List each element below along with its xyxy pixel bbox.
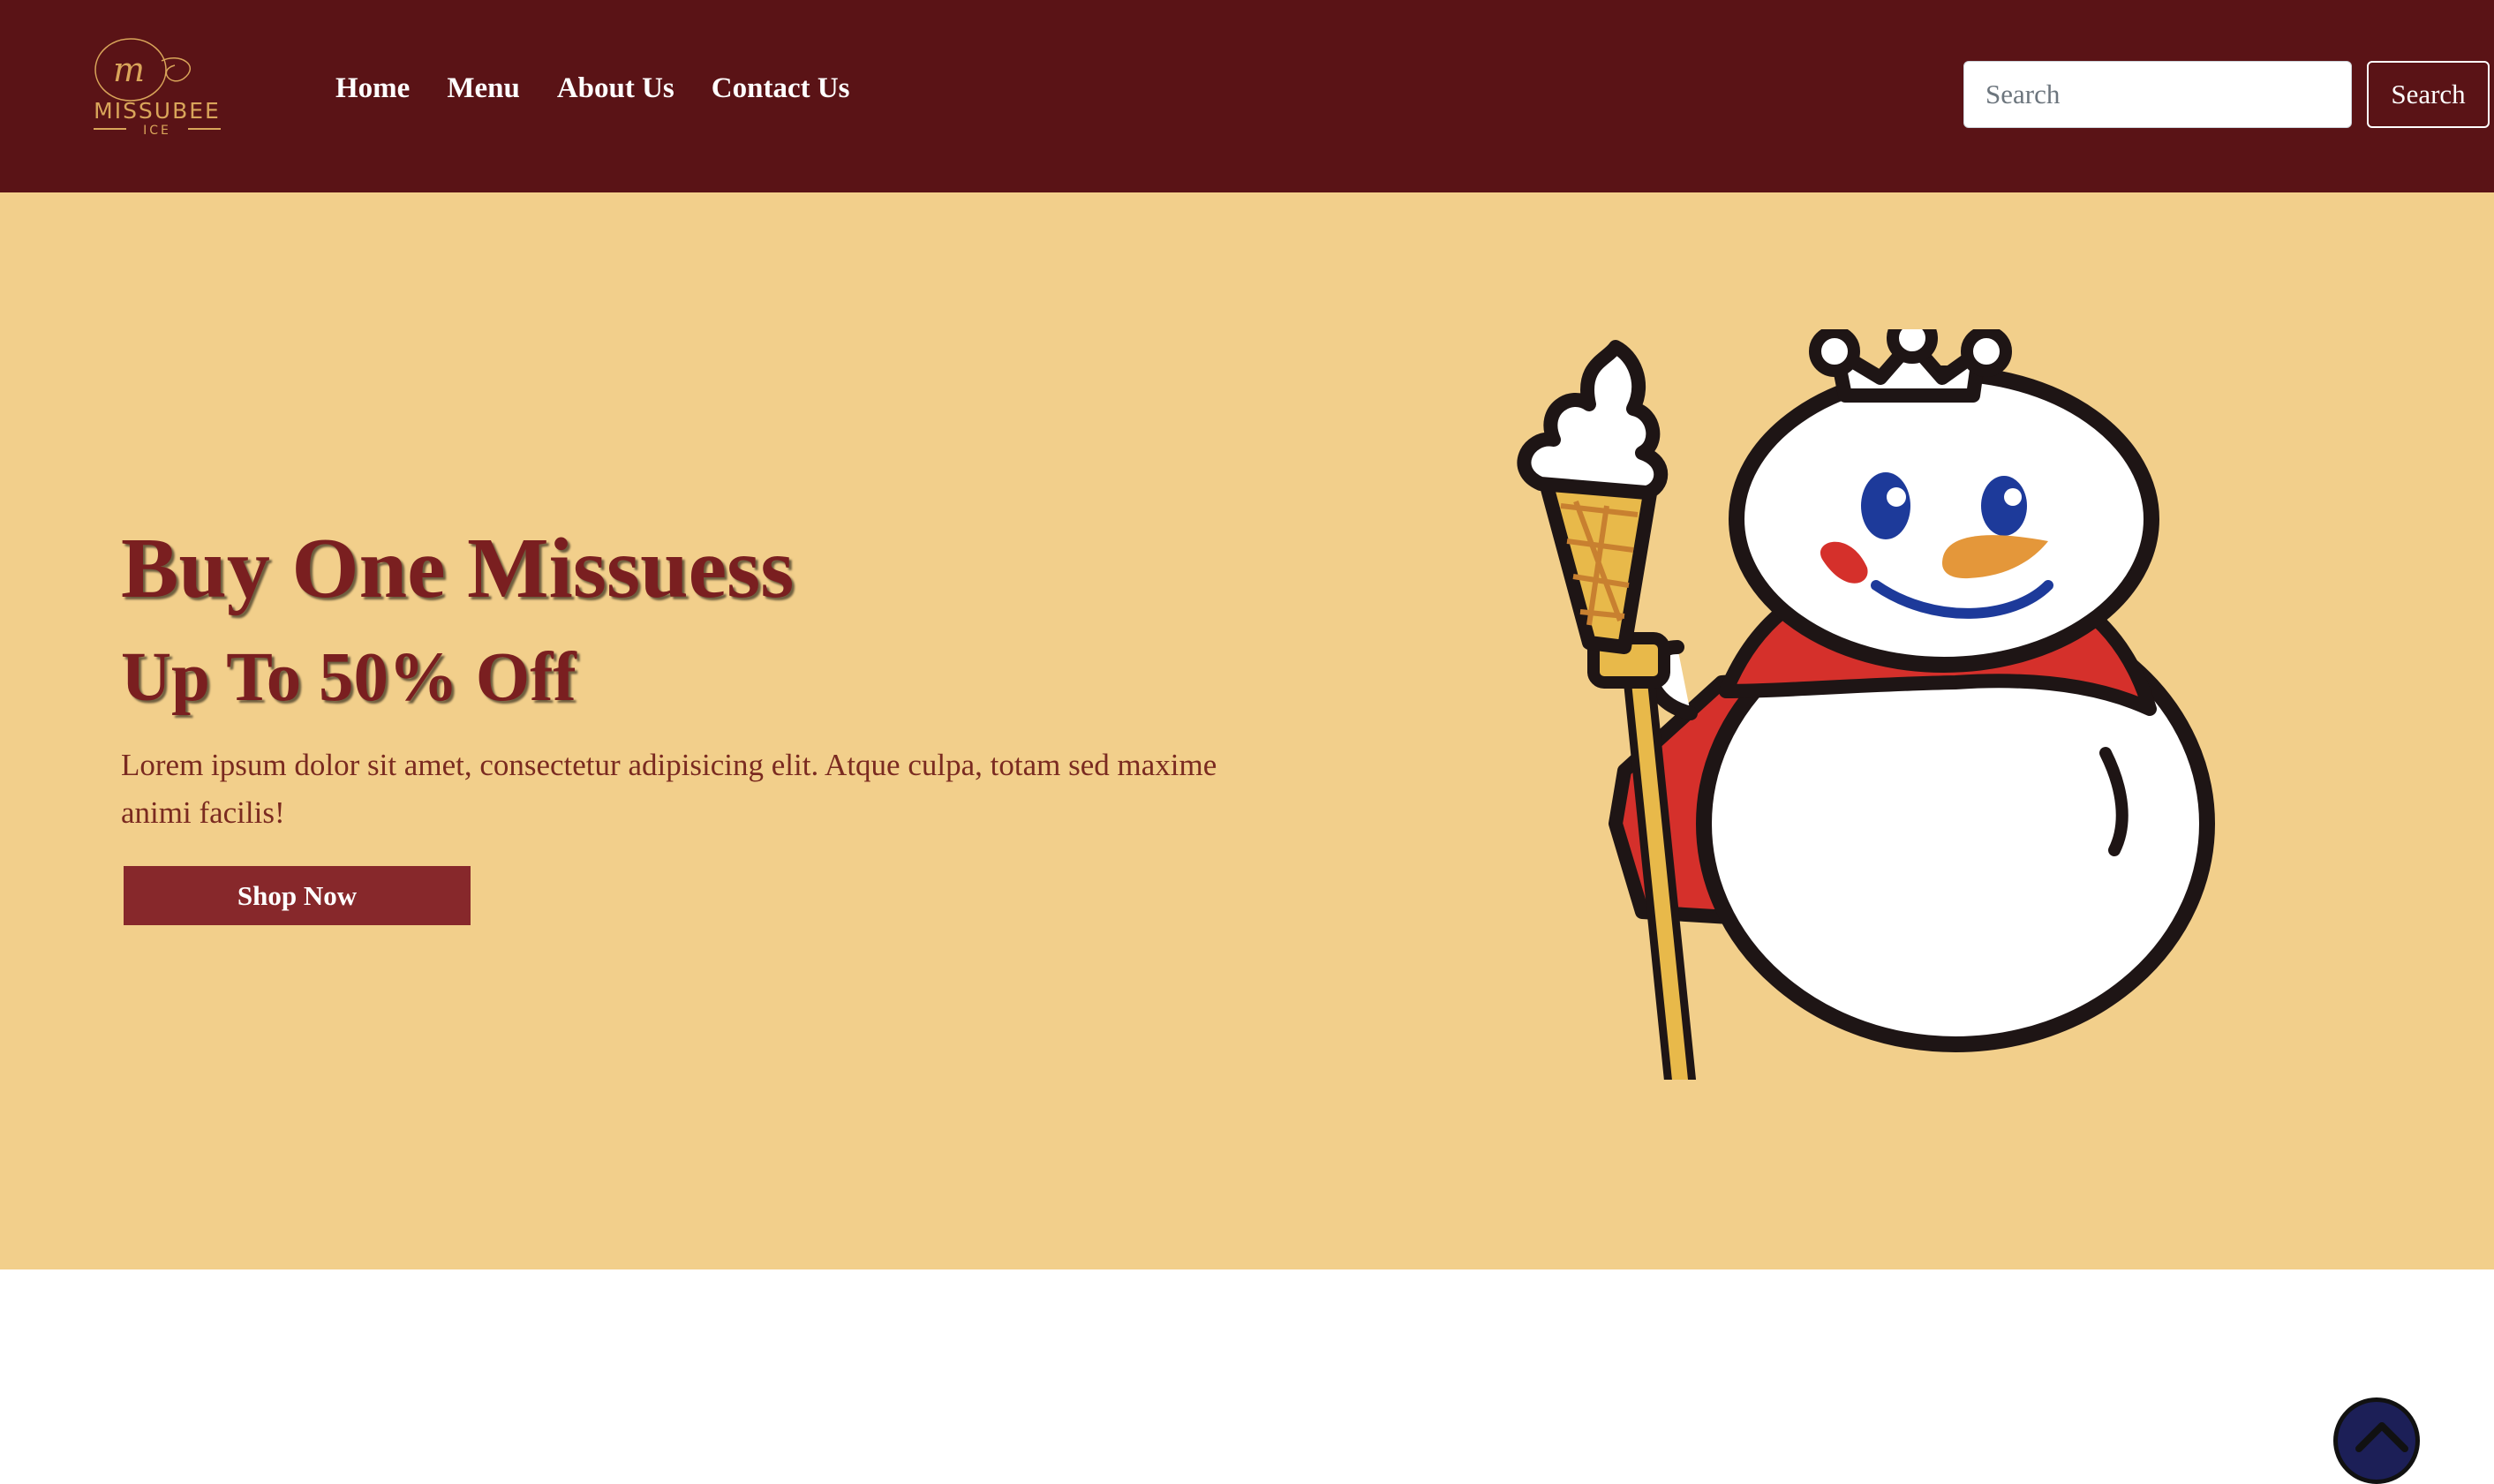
nav-link-contact-us[interactable]: Contact Us [712,72,850,105]
shop-now-button[interactable]: Shop Now [124,866,471,925]
brand-logo[interactable]: m MISSUBEE ICE [78,30,237,145]
hero-description: Lorem ipsum dolor sit amet, consectetur … [121,748,1217,830]
nav-link-home[interactable]: Home [335,72,410,105]
hero-title: Buy One Missuess [121,521,795,616]
logo-mark: m [113,50,145,89]
main-nav: Home Menu About Us Contact Us [335,72,850,105]
page-bottom-edge [0,1269,2494,1276]
search-button[interactable]: Search [2367,61,2490,128]
navbar: m MISSUBEE ICE Home Menu About Us Contac… [0,0,2494,192]
nav-link-menu[interactable]: Menu [447,72,520,105]
logo-text: MISSUBEE [94,98,221,124]
scroll-to-top-button[interactable] [2333,1397,2420,1484]
hero-subtitle: Up To 50% Off [121,639,576,716]
snowman-king-ice-cream-icon [1517,329,2215,1080]
logo-subtext: ICE [143,124,171,138]
search-input[interactable] [1963,61,2352,128]
nav-link-about-us[interactable]: About Us [557,72,674,105]
hero-section: Buy One Missuess Up To 50% Off Lorem ips… [0,192,2494,1484]
chevron-up-icon [2355,1422,2408,1452]
